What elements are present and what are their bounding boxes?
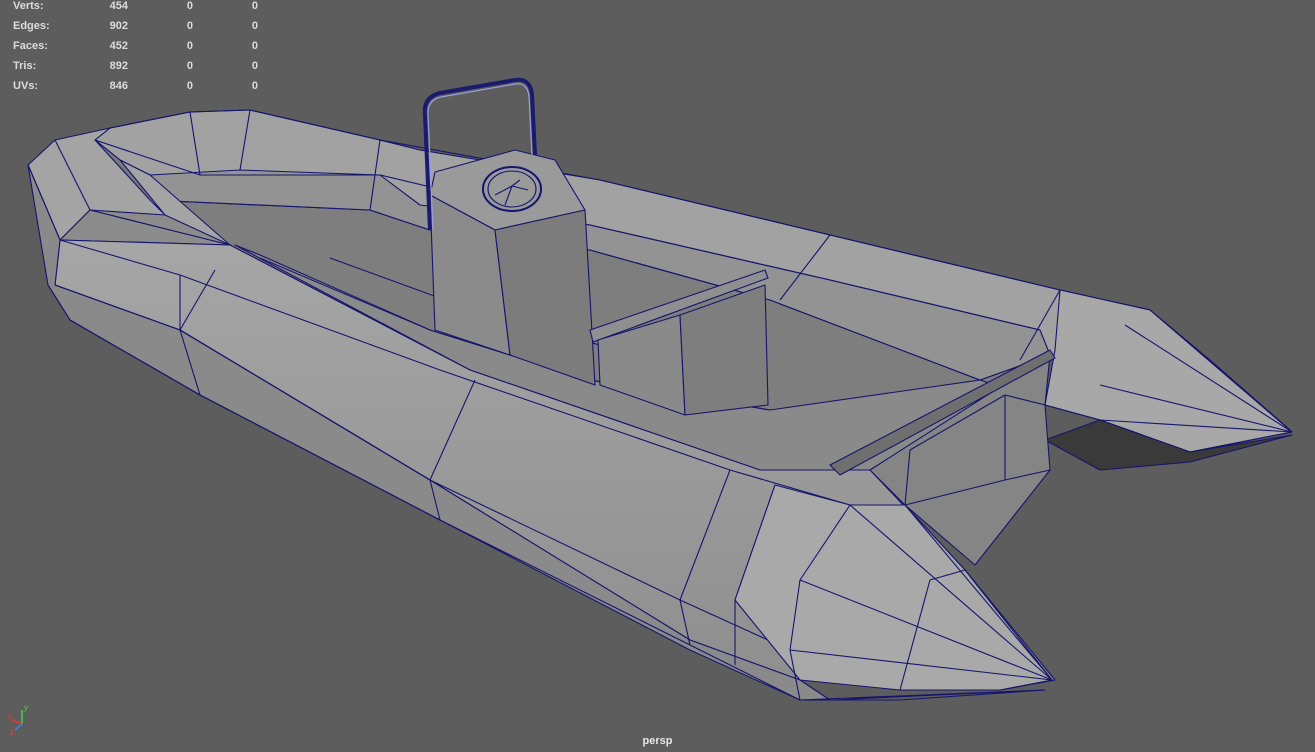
axis-x-label: x: [8, 712, 12, 721]
stats-value: 0: [186, 40, 193, 52]
stats-label: Verts:: [13, 0, 44, 12]
stats-label: Tris:: [13, 60, 37, 72]
axis-y-label: y: [24, 703, 28, 712]
stats-value: 892: [109, 60, 128, 72]
stats-value: 902: [109, 20, 128, 32]
stats-value: 0: [186, 20, 193, 32]
stats-value: 0: [251, 80, 258, 92]
stats-value: 0: [251, 40, 258, 52]
stats-label: Faces:: [13, 40, 48, 52]
boat-model-wireframe[interactable]: [0, 0, 1315, 752]
stats-value: 454: [109, 0, 128, 12]
maya-viewport[interactable]: Verts: 454 0 0 Edges: 902 0 0 Faces: 452…: [0, 0, 1315, 752]
stats-value: 0: [251, 0, 258, 12]
camera-name-label: persp: [642, 735, 673, 747]
stats-value: 0: [186, 60, 193, 72]
stats-value: 0: [186, 80, 193, 92]
stats-value: 846: [109, 80, 128, 92]
view-axis-gizmo-icon: y x z: [8, 703, 28, 736]
stats-value: 452: [109, 40, 128, 52]
stats-label: Edges:: [13, 20, 50, 32]
stats-value: 0: [251, 60, 258, 72]
stats-value: 0: [251, 20, 258, 32]
stats-label: UVs:: [13, 80, 39, 92]
stats-value: 0: [186, 0, 193, 12]
